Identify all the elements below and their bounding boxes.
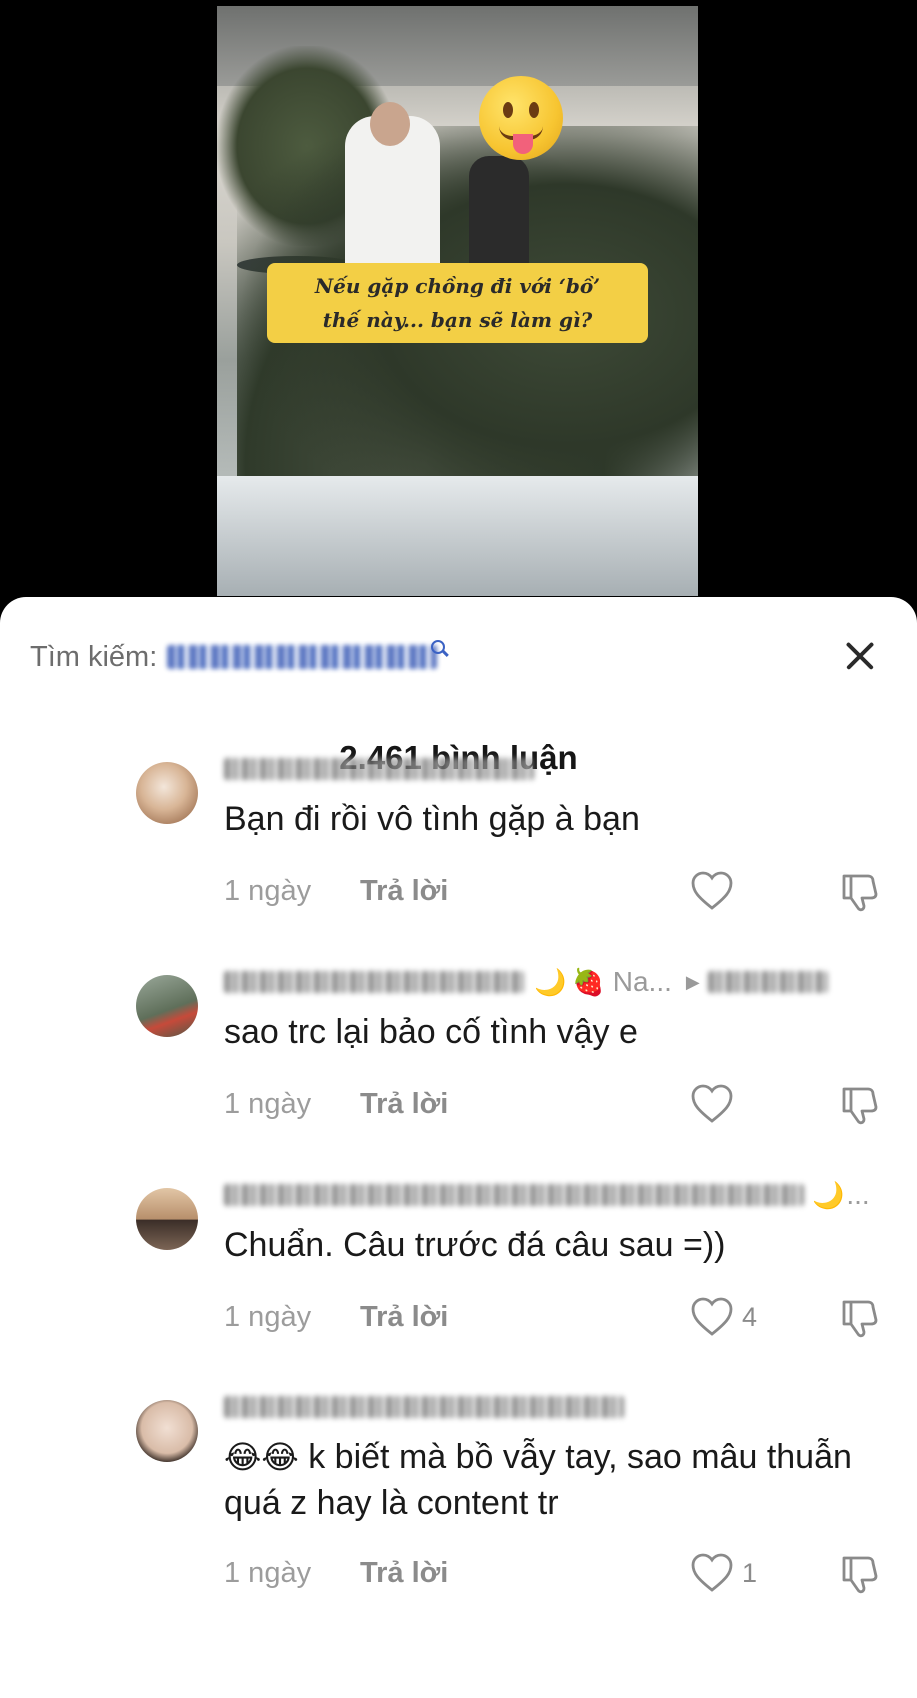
tears-of-joy-icon: 😂 — [224, 1439, 262, 1475]
comment-time: 1 ngày — [224, 874, 312, 907]
comment-text: Chuẩn. Câu trước đá câu sau =)) — [224, 1226, 726, 1264]
username-blurred — [224, 971, 524, 993]
crescent-moon-icon: 🌙 — [534, 967, 567, 997]
comment-time: 1 ngày — [224, 1556, 312, 1589]
avatar[interactable] — [136, 975, 198, 1037]
video-planter-ledge — [217, 476, 698, 596]
like-count: 1 — [742, 1557, 758, 1588]
comments-sheet: Tìm kiếm: 2.461 bình luận Bạn đi rồi vô … — [0, 597, 917, 1698]
caption-line-1: Nếu gặp chồng đi với ‘bồ’ — [314, 274, 601, 298]
strawberry-icon: 🍓 — [572, 967, 605, 997]
reply-button[interactable]: Trả lời — [360, 1301, 448, 1334]
comment-body: k biết mà bồ vẫy tay, sao mâu thuẫn quá … — [224, 1438, 852, 1522]
thumbs-down-icon — [842, 1300, 878, 1338]
comment-text: Bạn đi rồi vô tình gặp à bạn — [224, 800, 640, 838]
reply-button[interactable]: Trả lời — [360, 1557, 448, 1590]
caption-line-2: thế này... bạn sẽ làm gì? — [322, 308, 593, 332]
avatar[interactable] — [136, 762, 198, 824]
heart-icon — [691, 871, 733, 910]
avatar[interactable] — [136, 1188, 198, 1250]
heart-icon — [691, 1084, 733, 1123]
username-blurred — [224, 1184, 804, 1206]
like-button[interactable]: 1 — [690, 1553, 757, 1593]
crescent-moon-icon: 🌙 — [812, 1180, 845, 1210]
search-query-blurred[interactable] — [167, 645, 438, 669]
reply-to-username-blurred — [707, 971, 828, 993]
tongue-out-emoji-icon — [479, 76, 563, 160]
comment-meta: 1 ngày Trả lời — [224, 873, 448, 909]
video-man-head — [370, 102, 410, 146]
thumbs-down-icon — [842, 874, 878, 912]
like-button[interactable]: 4 — [690, 1297, 757, 1337]
username-suffix: Na... — [612, 966, 672, 997]
avatar[interactable] — [136, 1400, 198, 1462]
thumbs-down-icon — [842, 1556, 878, 1594]
reply-button[interactable]: Trả lời — [360, 875, 448, 908]
dislike-button[interactable] — [838, 1552, 882, 1596]
video-player[interactable]: Nếu gặp chồng đi với ‘bồ’ thế này... bạn… — [217, 6, 698, 596]
comment-meta: 1 ngày Trả lời — [224, 1086, 448, 1122]
tears-of-joy-icon: 😂 — [261, 1439, 299, 1475]
comment-username[interactable] — [224, 1392, 624, 1422]
dislike-button[interactable] — [838, 1296, 882, 1340]
search-icon — [431, 640, 450, 658]
dislike-button[interactable] — [838, 870, 882, 914]
comment-time: 1 ngày — [224, 1087, 312, 1120]
comment-text: sao trc lại bảo cố tình vậy e — [224, 1013, 638, 1051]
close-icon[interactable] — [840, 635, 880, 675]
username-suffix: ... — [846, 1179, 870, 1210]
comment-meta: 1 ngày Trả lời — [224, 1299, 448, 1335]
video-caption: Nếu gặp chồng đi với ‘bồ’ thế này... bạn… — [267, 263, 648, 343]
username-blurred — [224, 758, 534, 780]
comment-time: 1 ngày — [224, 1300, 312, 1333]
comment-meta: 1 ngày Trả lời — [224, 1555, 448, 1591]
like-button[interactable] — [690, 871, 734, 911]
username-blurred — [224, 1396, 624, 1418]
comment-text: 😂😂 k biết mà bồ vẫy tay, sao mâu thuẫn q… — [224, 1434, 864, 1526]
comment-username[interactable]: 🌙 ... — [224, 1179, 870, 1210]
search-label: Tìm kiếm: — [30, 640, 158, 673]
thumbs-down-icon — [842, 1087, 878, 1125]
reply-button[interactable]: Trả lời — [360, 1088, 448, 1121]
like-button[interactable] — [690, 1084, 734, 1124]
search-suggestion[interactable]: Tìm kiếm: — [30, 639, 450, 675]
heart-icon — [691, 1297, 733, 1336]
triangle-right-icon: ▶ — [685, 971, 700, 992]
comment-username[interactable]: 🌙 🍓 Na... ▶ — [224, 966, 828, 997]
heart-icon — [691, 1553, 733, 1592]
like-count: 4 — [742, 1301, 758, 1332]
comment-username[interactable] — [224, 754, 534, 784]
video-woman-figure — [469, 156, 529, 276]
dislike-button[interactable] — [838, 1083, 882, 1127]
